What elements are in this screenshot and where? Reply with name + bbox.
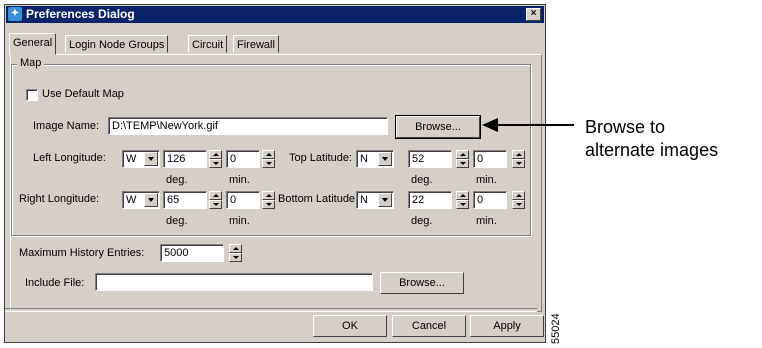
spin-up-icon[interactable] bbox=[229, 244, 242, 253]
spin-up-icon[interactable] bbox=[456, 150, 469, 159]
spin-up-icon[interactable] bbox=[262, 150, 275, 159]
figure-id: 55024 bbox=[550, 313, 562, 344]
spin-down-icon[interactable] bbox=[209, 159, 222, 168]
spin-up-icon[interactable] bbox=[512, 191, 525, 200]
chevron-down-icon[interactable] bbox=[378, 193, 392, 207]
spin-down-icon[interactable] bbox=[262, 200, 275, 209]
tab-circuit[interactable]: Circuit bbox=[188, 35, 228, 53]
spin-down-icon[interactable] bbox=[456, 159, 469, 168]
use-default-map-checkbox[interactable] bbox=[26, 89, 38, 101]
include-file-field[interactable] bbox=[95, 273, 373, 291]
top-latitude-direction[interactable]: N bbox=[356, 150, 394, 168]
left-longitude-direction[interactable]: W bbox=[122, 150, 160, 168]
chevron-down-icon[interactable] bbox=[144, 193, 158, 207]
spin-down-icon[interactable] bbox=[512, 200, 525, 209]
callout-line-1: Browse to bbox=[585, 117, 666, 137]
spin-up-icon[interactable] bbox=[456, 191, 469, 200]
spin-up-icon[interactable] bbox=[209, 150, 222, 159]
spin-up-icon[interactable] bbox=[262, 191, 275, 200]
top-latitude-label: Top Latitude: bbox=[289, 152, 352, 164]
right-longitude-deg-unit: deg. bbox=[166, 215, 188, 227]
tab-general[interactable]: General bbox=[9, 33, 57, 55]
bottom-latitude-min-unit: min. bbox=[476, 215, 497, 227]
top-latitude-deg-unit: deg. bbox=[411, 174, 433, 186]
top-latitude-direction-value: N bbox=[360, 153, 368, 165]
bottom-latitude-deg-spinner[interactable] bbox=[456, 191, 469, 209]
right-longitude-deg-spinner[interactable] bbox=[209, 191, 222, 209]
top-latitude-min-unit: min. bbox=[476, 174, 497, 186]
bottom-latitude-label: Bottom Latitude: bbox=[278, 193, 359, 205]
tab-login-node-groups[interactable]: Login Node Groups bbox=[65, 35, 169, 53]
image-name-label: Image Name: bbox=[33, 120, 100, 132]
close-button[interactable]: × bbox=[526, 8, 541, 21]
use-default-map-label: Use Default Map bbox=[42, 88, 124, 100]
apply-button[interactable]: Apply bbox=[470, 315, 544, 337]
left-longitude-min-unit: min. bbox=[229, 174, 250, 186]
max-history-label: Maximum History Entries: bbox=[19, 247, 145, 259]
right-longitude-min-unit: min. bbox=[229, 215, 250, 227]
include-file-label: Include File: bbox=[25, 277, 85, 289]
window-title: Preferences Dialog bbox=[26, 7, 135, 21]
spin-up-icon[interactable] bbox=[209, 191, 222, 200]
max-history-field[interactable]: 5000 bbox=[160, 244, 224, 262]
right-longitude-min-spinner[interactable] bbox=[262, 191, 275, 209]
max-history-spinner[interactable] bbox=[229, 244, 242, 262]
spin-down-icon[interactable] bbox=[456, 200, 469, 209]
bottom-latitude-direction[interactable]: N bbox=[356, 191, 394, 209]
right-longitude-direction[interactable]: W bbox=[122, 191, 160, 209]
left-longitude-direction-value: W bbox=[126, 153, 137, 165]
bottom-latitude-min-spinner[interactable] bbox=[512, 191, 525, 209]
include-browse-button[interactable]: Browse... bbox=[380, 272, 464, 294]
tab-firewall[interactable]: Firewall bbox=[233, 35, 279, 53]
image-browse-button[interactable]: Browse... bbox=[395, 115, 481, 139]
image-name-field[interactable]: D:\TEMP\NewYork.gif bbox=[108, 117, 388, 135]
top-latitude-min-spinner[interactable] bbox=[512, 150, 525, 168]
title-bar[interactable]: ✦ Preferences Dialog × bbox=[6, 6, 544, 23]
top-latitude-min-field[interactable]: 0 bbox=[473, 150, 507, 168]
spin-down-icon[interactable] bbox=[512, 159, 525, 168]
spin-down-icon[interactable] bbox=[229, 253, 242, 262]
cancel-button[interactable]: Cancel bbox=[392, 315, 466, 337]
right-longitude-direction-value: W bbox=[126, 194, 137, 206]
spin-up-icon[interactable] bbox=[512, 150, 525, 159]
left-longitude-deg-field[interactable]: 126 bbox=[163, 150, 207, 168]
bottom-latitude-deg-unit: deg. bbox=[411, 215, 433, 227]
chevron-down-icon[interactable] bbox=[378, 152, 392, 166]
footer-separator bbox=[5, 308, 537, 312]
top-latitude-deg-spinner[interactable] bbox=[456, 150, 469, 168]
ok-button[interactable]: OK bbox=[313, 315, 387, 337]
left-longitude-min-spinner[interactable] bbox=[262, 150, 275, 168]
callout-arrow-icon bbox=[482, 118, 574, 132]
bottom-latitude-deg-field[interactable]: 22 bbox=[408, 191, 452, 209]
left-longitude-label: Left Longitude: bbox=[33, 152, 106, 164]
spin-down-icon[interactable] bbox=[262, 159, 275, 168]
right-longitude-min-field[interactable]: 0 bbox=[226, 191, 260, 209]
top-latitude-deg-field[interactable]: 52 bbox=[408, 150, 452, 168]
spin-down-icon[interactable] bbox=[209, 200, 222, 209]
left-longitude-min-field[interactable]: 0 bbox=[226, 150, 260, 168]
left-longitude-deg-unit: deg. bbox=[166, 174, 188, 186]
bottom-latitude-direction-value: N bbox=[360, 194, 368, 206]
app-icon: ✦ bbox=[8, 7, 22, 21]
bottom-latitude-min-field[interactable]: 0 bbox=[473, 191, 507, 209]
left-longitude-deg-spinner[interactable] bbox=[209, 150, 222, 168]
right-longitude-label: Right Longitude: bbox=[19, 193, 100, 205]
right-longitude-deg-field[interactable]: 65 bbox=[163, 191, 207, 209]
callout-line-2: alternate images bbox=[585, 140, 719, 160]
map-group-label: Map bbox=[17, 57, 45, 69]
chevron-down-icon[interactable] bbox=[144, 152, 158, 166]
